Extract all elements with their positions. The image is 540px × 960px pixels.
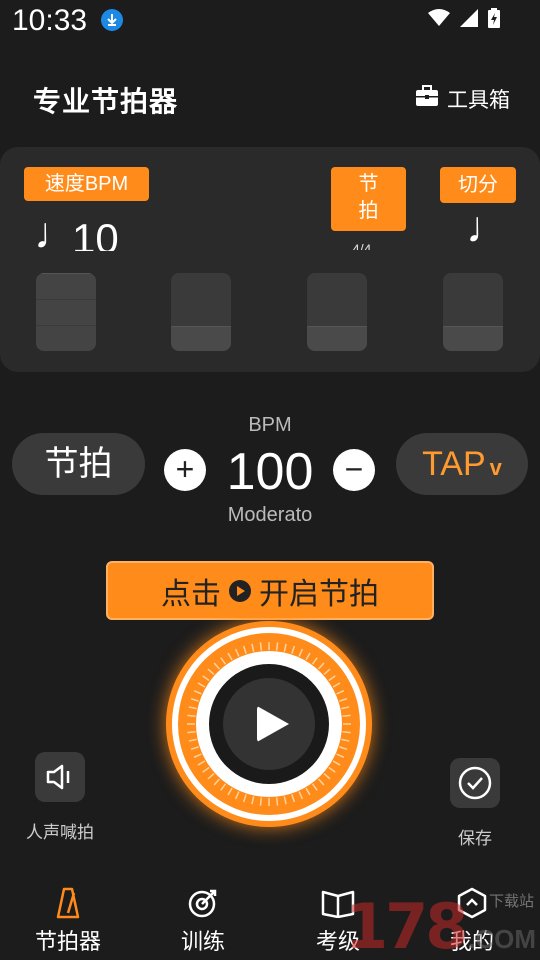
tap-button[interactable]: TAP v bbox=[396, 433, 528, 495]
wifi-icon bbox=[428, 9, 450, 32]
decrease-bpm-button[interactable]: − bbox=[333, 449, 375, 491]
toolbox-icon bbox=[415, 85, 439, 113]
tap-label: TAP bbox=[422, 445, 486, 483]
play-icon bbox=[257, 706, 289, 742]
nav-training[interactable]: 训练 bbox=[158, 886, 248, 956]
voice-count-label: 人声喊拍 bbox=[26, 823, 94, 842]
toolbox-button[interactable]: 工具箱 bbox=[415, 84, 510, 114]
save-button[interactable]: 保存 bbox=[449, 758, 501, 849]
download-icon bbox=[101, 9, 123, 31]
save-label: 保存 bbox=[458, 829, 492, 848]
page-title: 专业节拍器 bbox=[33, 86, 179, 117]
target-icon bbox=[158, 886, 248, 920]
beat-pad-4[interactable] bbox=[443, 273, 503, 351]
beat-pad-3[interactable] bbox=[307, 273, 367, 351]
subdivision-tag[interactable]: 切分 bbox=[440, 167, 516, 203]
battery-charging-icon bbox=[488, 8, 500, 33]
watermark-number: 178 bbox=[345, 890, 468, 960]
watermark-domain: .COM bbox=[468, 924, 536, 954]
status-time: 10:33 bbox=[12, 4, 88, 37]
play-dial[interactable] bbox=[166, 621, 372, 827]
bpm-tag[interactable]: 速度BPM bbox=[24, 167, 149, 201]
voice-count-button[interactable]: 人声喊拍 bbox=[23, 752, 97, 843]
tap-badge: v bbox=[489, 455, 502, 480]
beat-pad-2[interactable] bbox=[171, 273, 231, 351]
nav-label-training: 训练 bbox=[180, 929, 225, 954]
beat-tag-label: 节拍 bbox=[358, 173, 379, 222]
speaker-icon bbox=[35, 752, 85, 802]
start-banner-right: 开启节拍 bbox=[259, 577, 379, 611]
metronome-icon bbox=[23, 886, 113, 920]
beat-pad-1[interactable] bbox=[36, 273, 96, 351]
start-beat-banner[interactable]: 点击 开启节拍 bbox=[106, 561, 434, 620]
nav-label-metronome: 节拍器 bbox=[34, 929, 101, 954]
watermark-subtitle: 下载站 bbox=[488, 893, 534, 910]
tempo-name: Moderato bbox=[227, 504, 313, 526]
time-signature: 4/4 bbox=[352, 241, 372, 250]
check-circle-icon bbox=[450, 758, 500, 808]
watermark: 178 下载站 .COM bbox=[345, 888, 540, 960]
signal-icon bbox=[460, 9, 478, 32]
play-circle-icon bbox=[229, 579, 251, 602]
panel-bpm-value: 10 bbox=[72, 217, 119, 251]
status-bar: 10:33 bbox=[0, 0, 540, 44]
toolbox-label: 工具箱 bbox=[447, 89, 510, 112]
nav-metronome[interactable]: 节拍器 bbox=[23, 886, 113, 956]
subdivision-note-icon: ♩ bbox=[466, 203, 510, 252]
beat-panel: 速度BPM ♩ 10 节拍 4/4 切分 ♩ bbox=[0, 147, 540, 372]
start-banner-left: 点击 bbox=[161, 577, 221, 611]
beat-tag[interactable]: 节拍 bbox=[331, 167, 406, 231]
